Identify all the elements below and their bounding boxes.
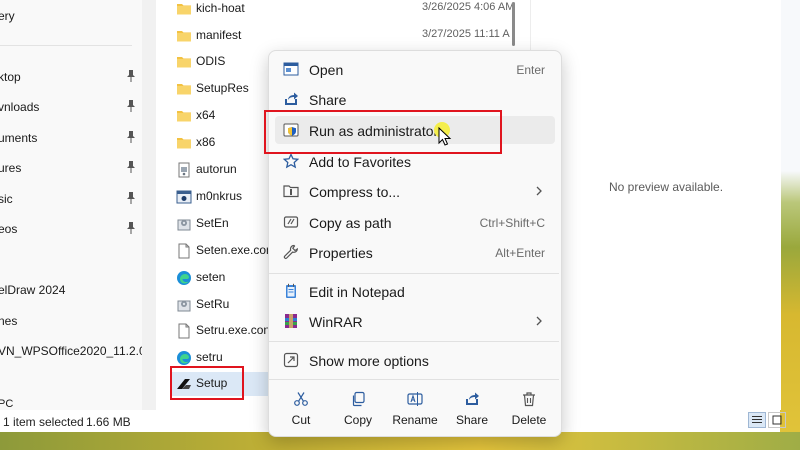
menu-item-copy-as-path[interactable]: Copy as path Ctrl+Shift+C <box>275 208 555 236</box>
settings-file-icon <box>177 300 191 312</box>
quick-action-share[interactable]: Share <box>444 385 500 431</box>
folder-icon <box>177 138 191 149</box>
scrollbar-thumb[interactable] <box>512 2 515 46</box>
pin-icon[interactable] <box>126 99 136 113</box>
scissors-icon <box>294 392 308 406</box>
pin-icon[interactable] <box>126 191 136 205</box>
navigation-pane: ery ktop vnloads uments ures sic eos elD… <box>0 0 142 410</box>
selection-count: 1 item selected <box>3 415 84 429</box>
chevron-right-icon <box>536 186 542 196</box>
pin-icon[interactable] <box>126 160 136 174</box>
folder-icon <box>177 4 191 15</box>
wrench-icon <box>283 244 298 259</box>
edge-icon <box>177 271 191 285</box>
chevron-right-icon <box>536 316 542 326</box>
nav-item-desktop[interactable]: ktop <box>0 67 142 87</box>
nav-item-videos[interactable]: eos <box>0 219 142 239</box>
pin-icon[interactable] <box>126 69 136 83</box>
folder-icon <box>177 84 191 95</box>
menu-item-show-more-options[interactable]: Show more options <box>275 346 555 374</box>
setup-info-icon <box>178 162 190 178</box>
mouse-cursor-icon <box>438 127 452 146</box>
folder-icon <box>177 31 191 42</box>
folder-icon <box>177 111 191 122</box>
file-row-manifest[interactable]: manifest 3/27/2025 11:11 A <box>172 24 512 48</box>
app-window-icon <box>176 190 192 204</box>
zip-folder-icon <box>283 185 299 198</box>
menu-separator <box>269 341 559 342</box>
pin-icon[interactable] <box>126 221 136 235</box>
open-window-icon <box>283 62 299 76</box>
desktop-wallpaper <box>780 0 800 450</box>
context-menu: Open Enter Share Run as administrator Ad… <box>268 50 562 437</box>
annotation-highlight-run-as-admin <box>264 110 502 154</box>
document-icon <box>178 323 190 339</box>
annotation-highlight-setup <box>170 366 244 400</box>
file-row-kich-hoat[interactable]: kich-hoat 3/26/2025 4:06 AM <box>172 0 514 21</box>
settings-file-icon <box>177 219 191 231</box>
preview-message: No preview available. <box>609 180 724 194</box>
document-icon <box>178 243 190 259</box>
quick-action-copy[interactable]: Copy <box>330 385 386 431</box>
menu-item-edit-in-notepad[interactable]: Edit in Notepad <box>275 277 555 305</box>
path-icon <box>283 216 299 228</box>
edge-icon <box>177 351 191 365</box>
quick-action-delete[interactable]: Delete <box>501 385 557 431</box>
rename-icon <box>407 392 423 406</box>
share-icon <box>466 392 479 405</box>
menu-separator <box>269 379 559 380</box>
nav-scrollbar[interactable] <box>142 0 156 410</box>
tiles-view-button[interactable] <box>768 412 786 428</box>
menu-item-share[interactable]: Share <box>275 85 555 113</box>
nav-separator <box>0 45 132 46</box>
preview-pane: No preview available. <box>530 0 781 410</box>
menu-item-compress-to[interactable]: Compress to... <box>275 177 555 205</box>
nav-item-gallery[interactable]: ery <box>0 6 142 26</box>
selection-size: 1.66 MB <box>86 415 131 429</box>
menu-item-winrar[interactable]: WinRAR <box>275 307 555 335</box>
star-icon <box>283 153 299 169</box>
share-icon <box>285 92 298 105</box>
nav-item-games[interactable]: nes <box>0 311 142 331</box>
nav-item-coreldraw[interactable]: elDraw 2024 <box>0 280 142 300</box>
nav-item-wpsoffice[interactable]: VN_WPSOffice2020_11.2.0.96 <box>0 341 142 361</box>
details-view-icon <box>752 416 762 423</box>
nav-item-pictures[interactable]: ures <box>0 158 142 178</box>
nav-item-music[interactable]: sic <box>0 189 142 209</box>
nav-item-documents[interactable]: uments <box>0 128 142 148</box>
quick-action-rename[interactable]: Rename <box>387 385 443 431</box>
menu-separator <box>269 273 559 274</box>
trash-icon <box>523 392 535 407</box>
menu-item-open[interactable]: Open Enter <box>275 55 555 83</box>
more-options-icon <box>283 352 299 368</box>
menu-item-properties[interactable]: Properties Alt+Enter <box>275 238 555 266</box>
quick-action-cut[interactable]: Cut <box>273 385 329 431</box>
pin-icon[interactable] <box>126 130 136 144</box>
tiles-view-icon <box>772 415 782 425</box>
nav-item-downloads[interactable]: vnloads <box>0 97 142 117</box>
notepad-icon <box>286 283 296 298</box>
winrar-icon <box>285 314 297 328</box>
details-view-button[interactable] <box>748 412 766 428</box>
copy-icon <box>352 391 365 407</box>
nav-item-this-pc[interactable]: PC <box>0 398 142 410</box>
folder-icon <box>177 57 191 68</box>
